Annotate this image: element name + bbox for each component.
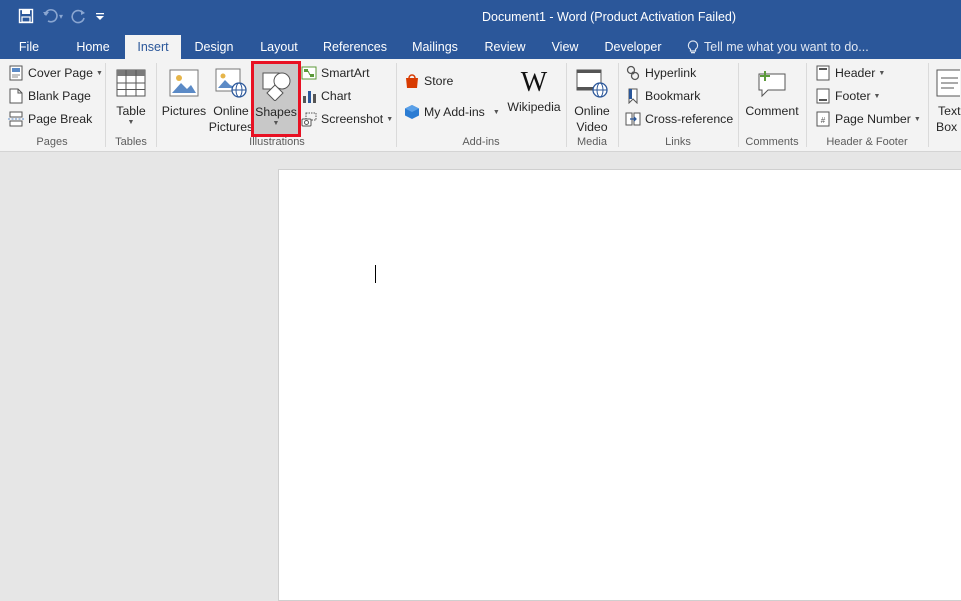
bookmark-icon [625,88,641,104]
customize-qat-icon[interactable] [95,11,105,21]
header-icon [815,65,831,81]
header-button[interactable]: Header ▼ [815,63,885,83]
chart-icon [301,88,317,104]
chevron-down-icon: ▼ [913,115,921,123]
group-divider [156,63,157,147]
tab-design[interactable]: Design [186,35,242,59]
quick-access-toolbar: ▾ [18,6,113,26]
group-divider [396,63,397,147]
page-break-icon [8,111,24,127]
text-box-button[interactable]: Text Box [932,63,961,135]
wikipedia-button[interactable]: W Wikipedia [505,63,563,115]
smartart-button[interactable]: SmartArt [301,63,370,83]
chevron-down-icon: ▼ [492,108,500,116]
save-icon[interactable] [18,8,34,24]
group-label-addins: Add-ins [462,136,500,148]
document-page[interactable] [278,169,961,601]
page-break-button[interactable]: Page Break [8,109,92,129]
tab-view[interactable]: View [544,35,586,59]
chevron-down-icon: ▼ [127,119,135,126]
page-number-button[interactable]: # Page Number ▼ [815,109,921,129]
group-divider [566,63,567,147]
tab-home[interactable]: Home [67,35,119,59]
cover-page-icon [8,65,24,81]
online-pictures-button[interactable]: Online Pictures [208,63,254,135]
cover-page-button[interactable]: Cover Page ▼ [8,63,103,83]
bookmark-button[interactable]: Bookmark [625,86,700,106]
my-addins-icon [404,104,420,120]
group-label-pages: Pages [36,136,68,148]
store-button[interactable]: Store [404,71,453,91]
my-addins-button[interactable]: My Add-ins ▼ [404,102,500,122]
comment-icon [756,63,788,103]
blank-page-button[interactable]: Blank Page [8,86,91,106]
shapes-button[interactable]: Shapes ▼ [251,61,301,137]
group-divider [806,63,807,147]
blank-page-icon [8,88,24,104]
tab-review[interactable]: Review [478,35,532,59]
lightbulb-icon [687,39,699,55]
cross-reference-button[interactable]: Cross-reference [625,109,733,129]
comment-button[interactable]: Comment [742,63,802,119]
footer-button[interactable]: Footer ▼ [815,86,880,106]
group-divider [618,63,619,147]
pictures-icon [169,63,199,103]
ribbon-insert: Cover Page ▼ Blank Page Page Break Pages … [0,59,961,152]
text-box-icon [932,63,961,103]
store-icon [404,73,420,89]
tab-insert[interactable]: Insert [125,35,181,59]
redo-icon[interactable] [71,8,87,24]
pictures-button[interactable]: Pictures [160,63,208,119]
chevron-down-icon: ▼ [873,92,881,100]
svg-text:#: # [821,116,826,125]
online-video-button[interactable]: Online Video [569,63,615,135]
group-divider [105,63,106,147]
title-bar: ▾ Document1 - Word (Product Activation F… [0,0,961,35]
smartart-icon [301,65,317,81]
group-divider [738,63,739,147]
tab-references[interactable]: References [318,35,392,59]
tab-layout[interactable]: Layout [252,35,306,59]
group-label-comments: Comments [745,136,799,148]
tab-developer[interactable]: Developer [598,35,668,59]
table-button[interactable]: Table ▼ [110,63,152,126]
document-area[interactable] [0,152,961,601]
group-label-illustrations: Illustrations [249,136,305,148]
window-title: Document1 - Word (Product Activation Fai… [482,10,737,24]
group-divider [928,63,929,147]
tell-me-placeholder: Tell me what you want to do... [704,40,869,54]
chevron-down-icon: ▼ [95,69,103,77]
text-cursor [375,265,376,283]
group-label-media: Media [577,136,607,148]
hyperlink-button[interactable]: Hyperlink [625,63,696,83]
group-label-links: Links [665,136,691,148]
undo-icon[interactable]: ▾ [42,8,63,24]
screenshot-icon [301,111,317,127]
screenshot-button[interactable]: Screenshot ▼ [301,109,393,129]
chevron-down-icon: ▼ [386,115,394,123]
tab-mailings[interactable]: Mailings [404,35,466,59]
wikipedia-icon: W [520,67,548,98]
page-number-icon: # [815,111,831,127]
online-video-icon [576,63,608,103]
online-pictures-icon [215,63,247,103]
footer-icon [815,88,831,104]
tell-me-box[interactable]: Tell me what you want to do... [687,35,869,59]
chevron-down-icon: ▼ [878,69,886,77]
hyperlink-icon [625,65,641,81]
group-label-header-footer: Header & Footer [826,136,908,148]
ribbon-tabs: File Home Insert Design Layout Reference… [0,35,961,59]
chart-button[interactable]: Chart [301,86,351,106]
shapes-icon [261,68,291,104]
group-label-tables: Tables [115,136,147,148]
table-icon [116,63,146,103]
chevron-down-icon: ▼ [272,120,280,127]
tab-file[interactable]: File [8,35,50,59]
cross-reference-icon [625,111,641,127]
